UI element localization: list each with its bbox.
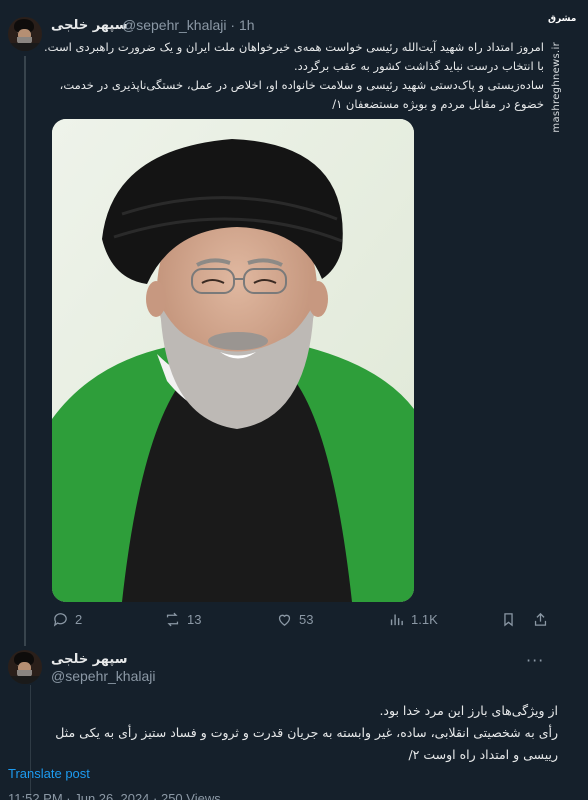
thread-line xyxy=(24,56,26,646)
views-icon xyxy=(390,614,403,626)
bookmark-button[interactable] xyxy=(500,611,517,628)
tweet-line: ساده‌زیستی و پاک‌دستی شهید رئیسی و سلامت… xyxy=(59,78,544,92)
share-icon xyxy=(534,612,547,626)
like-count: 53 xyxy=(299,612,314,627)
post-meta: 11:52 PM · Jun 26, 2024 · 250 Views xyxy=(8,791,221,800)
tweet-line: رأی به شخصیتی انقلابی، ساده، غیر وابسته … xyxy=(55,725,558,740)
thread-divider xyxy=(30,685,31,800)
reply-button[interactable]: 2 xyxy=(52,611,82,628)
reply-icon xyxy=(53,613,67,627)
watermark-logo: مشرق xyxy=(548,14,577,24)
post-time[interactable]: 1h xyxy=(239,17,255,33)
tweet-line: امروز امتداد راه شهید آیت‌الله رئیسی خوا… xyxy=(44,40,544,54)
author-name[interactable]: سپهر خلجی xyxy=(51,652,127,667)
retweet-button[interactable]: 13 xyxy=(164,611,201,628)
reply-count: 2 xyxy=(75,612,83,627)
author-handle[interactable]: @sepehr_khalaji · 1h xyxy=(122,17,255,33)
tweet-line: رییسی و امتداد راه اوست ۲/ xyxy=(408,747,558,762)
handle-text[interactable]: @sepehr_khalaji xyxy=(122,17,227,33)
bookmark-icon xyxy=(504,613,513,627)
tweet-line: از ویژگی‌های بارز این مرد خدا بود. xyxy=(379,703,558,718)
tweet-line: خضوع در مقابل مردم و بویژه مستضعفان ۱/ xyxy=(332,97,544,111)
retweet-icon xyxy=(166,612,179,627)
views-button[interactable]: 1.1K xyxy=(388,611,438,628)
author-handle[interactable]: @sepehr_khalaji xyxy=(51,668,156,684)
tweet-actions: 2 13 53 1.1K xyxy=(52,611,552,633)
author-avatar[interactable] xyxy=(8,17,42,51)
tweet-body: از ویژگی‌های بارز این مرد خدا بود. رأی ب… xyxy=(55,700,558,766)
portrait-image xyxy=(52,119,414,602)
tweet-line: با انتخاب درست نباید گذاشت کشور به عقب ب… xyxy=(293,59,544,73)
author-avatar[interactable] xyxy=(8,650,42,684)
separator: · xyxy=(230,17,236,33)
translate-post-link[interactable]: Translate post xyxy=(8,766,90,781)
like-icon xyxy=(278,614,291,626)
views-count: 1.1K xyxy=(411,612,438,627)
more-options-button[interactable]: ··· xyxy=(526,651,544,670)
tweet-body: امروز امتداد راه شهید آیت‌الله رئیسی خوا… xyxy=(44,38,544,114)
watermark: مشرق mashreghnews.ir xyxy=(548,14,577,133)
share-button[interactable] xyxy=(532,611,549,628)
post-photo[interactable] xyxy=(52,119,414,602)
more-icon: ··· xyxy=(526,651,545,670)
retweet-count: 13 xyxy=(187,612,202,627)
watermark-site: mashreghnews.ir xyxy=(551,42,562,133)
author-name[interactable]: سپهر خلجی xyxy=(51,18,127,33)
like-button[interactable]: 53 xyxy=(276,611,313,628)
